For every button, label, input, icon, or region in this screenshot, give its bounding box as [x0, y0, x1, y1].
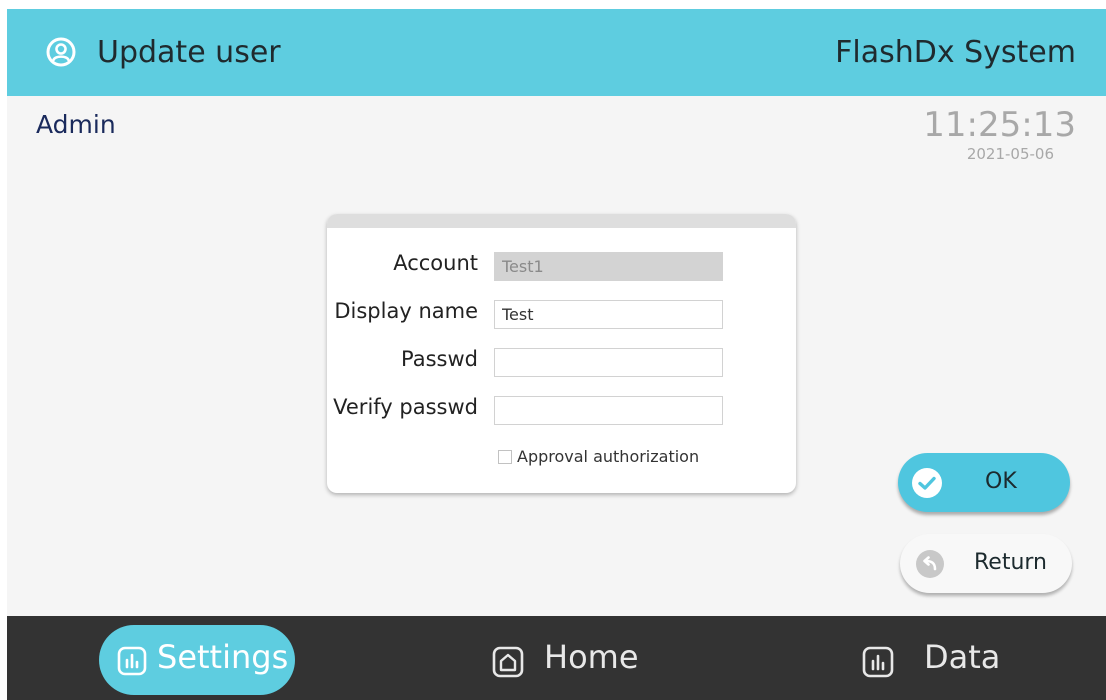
passwd-field[interactable]: [494, 348, 723, 377]
account-label: Account: [393, 251, 478, 275]
display-name-field[interactable]: [494, 300, 723, 329]
app-screen: Update user FlashDx System Admin 11:25:1…: [7, 9, 1106, 700]
nav-settings[interactable]: Settings: [99, 625, 295, 695]
return-button[interactable]: Return: [900, 534, 1072, 593]
current-user: Admin: [36, 110, 116, 139]
nav-home[interactable]: Home: [487, 630, 667, 700]
data-chart-icon: [862, 646, 894, 678]
return-label: Return: [974, 550, 1048, 575]
header-bar: Update user FlashDx System: [7, 9, 1106, 96]
nav-home-label: Home: [544, 638, 639, 676]
display-name-label: Display name: [334, 299, 478, 323]
nav-settings-label: Settings: [157, 638, 289, 676]
update-user-form: Account Display name Passwd Verify passw…: [327, 214, 796, 493]
ok-button[interactable]: OK: [898, 453, 1070, 512]
verify-passwd-field[interactable]: [494, 396, 723, 425]
nav-data-label: Data: [924, 638, 1001, 676]
bottom-nav: Settings Home Data: [7, 616, 1106, 700]
form-header-strip: [327, 214, 796, 228]
return-arrow-icon: [916, 550, 944, 578]
clock-date: 2021-05-06: [966, 145, 1054, 163]
verify-passwd-label: Verify passwd: [333, 395, 478, 419]
account-field: [494, 252, 723, 281]
user-circle-icon: [46, 37, 76, 67]
chart-icon: [117, 646, 147, 676]
approval-label[interactable]: Approval authorization: [517, 447, 699, 466]
page-title: Update user: [97, 35, 281, 70]
approval-checkbox[interactable]: [498, 450, 512, 464]
passwd-label: Passwd: [401, 347, 478, 371]
system-name: FlashDx System: [835, 35, 1076, 70]
ok-label: OK: [985, 469, 1017, 494]
check-circle-icon: [912, 468, 942, 498]
nav-data[interactable]: Data: [857, 630, 1037, 700]
clock-time: 11:25:13: [923, 105, 1076, 145]
home-icon: [492, 646, 524, 678]
